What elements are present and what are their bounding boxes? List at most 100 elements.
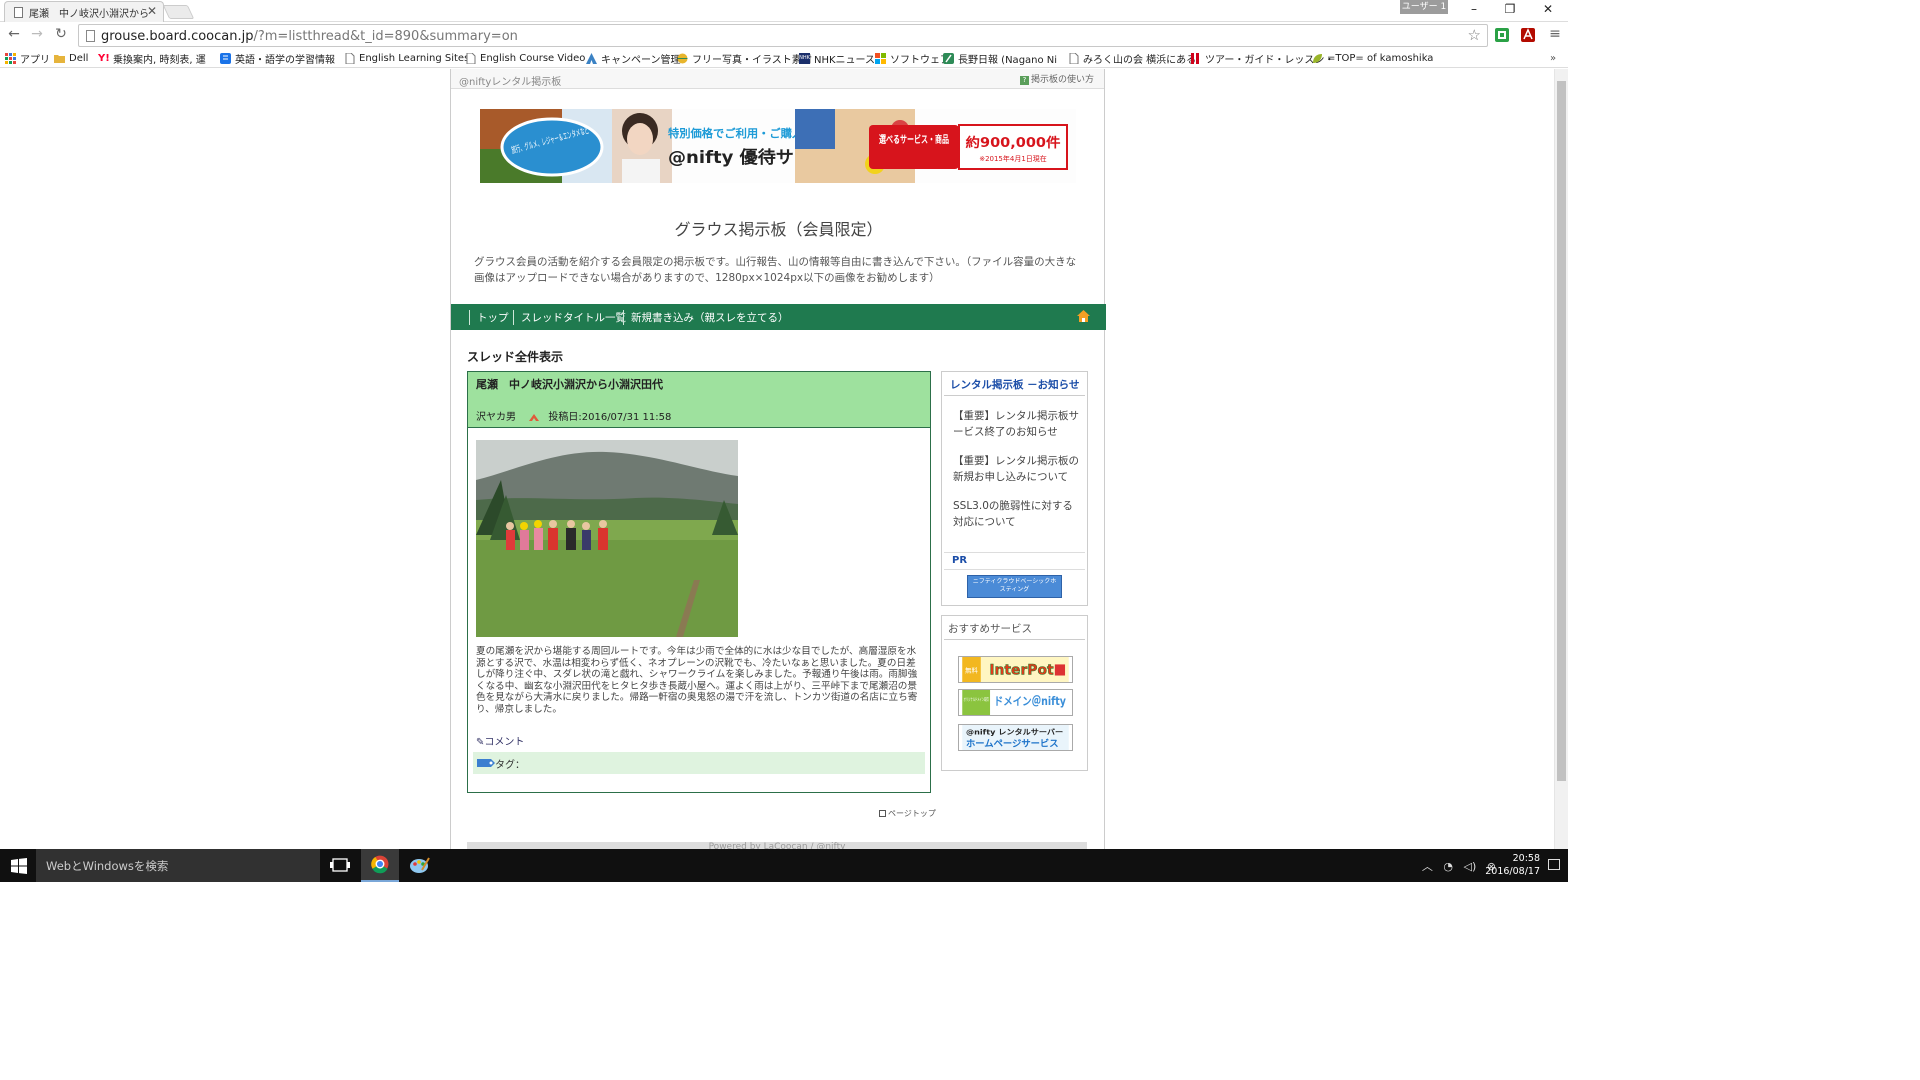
pr-banner[interactable]: ニフティクラウドベーシックホスティング: [967, 575, 1062, 598]
bookmarks-bar: アプリ Dell Y! 乗換案内, 時刻表, 運 英語・語学の学習情報 Engli…: [0, 48, 1568, 68]
bookmark-language[interactable]: 英語・語学の学習情報: [220, 51, 335, 66]
nav-top[interactable]: トップ: [469, 310, 509, 325]
browser-toolbar: ← → ↻ grouse.board.coocan.jp/?m=listthre…: [0, 23, 1568, 48]
notice-item[interactable]: 【重要】レンタル掲示板サービス終了のお知らせ: [953, 408, 1079, 440]
post-header: 尾瀬 中ノ岐沢小淵沢から小淵沢田代 沢ヤカ男 投稿日:2016/07/31 11…: [468, 372, 930, 428]
domain-banner[interactable]: オリジナルドメイン取得 ドメイン＠nifty: [958, 689, 1073, 716]
banner-box-label: 選べるサービス・商品: [879, 133, 949, 146]
bookmark-miroku[interactable]: みろく山の会 横浜にある: [1068, 51, 1196, 66]
tag-icon: [477, 759, 495, 767]
page-viewport: @niftyレンタル掲示板 ?掲示板の使い方 旅行、グルメ、レジャー＆エンタメな…: [0, 69, 1568, 849]
page-top-link[interactable]: ページトップ: [879, 808, 936, 819]
menu-icon[interactable]: ≡: [1546, 26, 1564, 42]
page-icon: [345, 52, 355, 64]
windows-start-icon[interactable]: [11, 858, 27, 874]
notice-item[interactable]: 【重要】レンタル掲示板の新規お申し込みについて: [953, 453, 1079, 485]
restore-icon[interactable]: ❐: [1500, 2, 1520, 16]
bookmark-software[interactable]: ソフトウェア: [875, 51, 950, 66]
globe-icon: [677, 53, 688, 63]
new-tab-button[interactable]: [162, 5, 195, 19]
task-view-icon[interactable]: [321, 849, 359, 882]
svg-text:@nifty レンタルサーバー: @nifty レンタルサーバー: [966, 727, 1063, 736]
nav-thread-list[interactable]: スレッドタイトル一覧: [513, 310, 626, 325]
leaf-icon: [1313, 53, 1322, 63]
bookmark-star-icon[interactable]: ☆: [1468, 26, 1481, 44]
service-label: @niftyレンタル掲示板: [459, 77, 562, 88]
board-footer: Powered by LaCoocan / @nifty: [467, 842, 1087, 849]
tab-title: 尾瀬 中ノ岐沢小淵沢から: [29, 9, 149, 20]
notice-panel: レンタル掲示板 －お知らせ 【重要】レンタル掲示板サービス終了のお知らせ 【重要…: [941, 371, 1088, 606]
bookmark-dell[interactable]: Dell: [54, 51, 88, 65]
post-photo[interactable]: [476, 440, 738, 637]
reload-icon[interactable]: ↻: [52, 26, 70, 42]
notice-item[interactable]: SSL3.0の脆弱性に対する対応について: [953, 498, 1079, 530]
page-icon: [466, 52, 476, 64]
evernote-extension-icon[interactable]: [1494, 27, 1510, 43]
folder-icon: [54, 54, 65, 63]
post-author[interactable]: 沢ヤカ男: [476, 412, 516, 423]
board-title: グラウス掲示板（会員限定）: [674, 220, 883, 239]
address-bar[interactable]: grouse.board.coocan.jp/?m=listthread&t_i…: [78, 24, 1488, 47]
url-host: grouse.board.coocan.jp: [101, 29, 254, 44]
nav-new-post[interactable]: 新規書き込み（親スレを立てる）: [623, 310, 789, 325]
nifty-promo-banner[interactable]: 旅行、グルメ、レジャー＆エンタメなど 特別価格でご利用・ご購入できる！ @nif…: [480, 109, 1076, 183]
page-info-icon[interactable]: [86, 30, 95, 42]
svg-text:ドメイン＠nifty: ドメイン＠nifty: [994, 694, 1067, 708]
vertical-scrollbar[interactable]: [1554, 69, 1568, 849]
board-container: @niftyレンタル掲示板 ?掲示板の使い方 旅行、グルメ、レジャー＆エンタメな…: [450, 69, 1106, 849]
homepage-service-banner[interactable]: @nifty レンタルサーバー ホームページサービス: [958, 724, 1073, 751]
profile-button[interactable]: ユーザー 1: [1400, 0, 1448, 14]
network-icon[interactable]: ◔: [1443, 860, 1453, 873]
chrome-taskbar-icon[interactable]: [361, 849, 399, 882]
interpot-banner[interactable]: 無料 InterPot: [958, 656, 1073, 683]
windows-icon: [875, 52, 886, 64]
page-icon: [1069, 52, 1079, 64]
back-arrow-icon[interactable]: ←: [5, 26, 23, 42]
home-icon[interactable]: [1077, 310, 1090, 322]
bookmark-kamoshika[interactable]: =TOP= of kamoshika: [1312, 51, 1433, 65]
bookmark-apps[interactable]: アプリ: [5, 51, 50, 66]
taskbar-search[interactable]: WebとWindowsを検索: [36, 849, 320, 882]
comment-link[interactable]: ✎コメント: [476, 733, 524, 748]
bookmark-english-video[interactable]: English Course Video: [465, 51, 585, 65]
nhk-icon: NHK: [799, 52, 810, 64]
banner-count: 約900,000件: [966, 135, 1061, 151]
section-title: スレッド全件表示: [467, 350, 564, 364]
bookmark-transit[interactable]: Y! 乗換案内, 時刻表, 運: [98, 51, 206, 66]
post-meta: 沢ヤカ男 投稿日:2016/07/31 11:58: [476, 408, 671, 423]
window-close-icon[interactable]: ✕: [1538, 2, 1558, 16]
tag-row: タグ：: [473, 752, 925, 774]
recommend-title: おすすめサービス: [944, 618, 1085, 640]
scrollbar-thumb[interactable]: [1557, 81, 1566, 781]
clock-date: 2016/08/17: [1485, 866, 1540, 877]
acrobat-extension-icon[interactable]: [1520, 27, 1536, 43]
taskbar-clock[interactable]: 20:58 2016/08/17: [1485, 852, 1540, 878]
apps-grid-icon: [5, 52, 16, 64]
recommend-panel: おすすめサービス 無料 InterPot オリジナルドメイン取得 ドメイン＠ni…: [941, 615, 1088, 771]
tray-chevron-icon[interactable]: ︿: [1422, 860, 1433, 873]
page-icon: [14, 7, 23, 18]
paint-app-icon[interactable]: [400, 849, 438, 882]
notice-title[interactable]: レンタル掲示板 －お知らせ: [944, 374, 1085, 396]
minimize-icon[interactable]: –: [1464, 2, 1484, 16]
close-icon[interactable]: ✕: [147, 4, 157, 18]
board-header-strip: @niftyレンタル掲示板 ? 掲示板の使い方: [451, 69, 1104, 89]
bookmark-nagano-nippo[interactable]: 長野日報 (Nagano Ni: [943, 51, 1057, 66]
arrow-up-icon: [879, 810, 886, 817]
thread-post: 尾瀬 中ノ岐沢小淵沢から小淵沢田代 沢ヤカ男 投稿日:2016/07/31 11…: [467, 371, 931, 793]
bars-icon: [1191, 52, 1199, 64]
bookmark-free-photos[interactable]: フリー写真・イラスト素材: [677, 51, 812, 66]
tab-strip: 尾瀬 中ノ岐沢小淵沢から ✕ ユーザー 1 – ❐ ✕: [0, 0, 1568, 22]
volume-icon[interactable]: ◁): [1464, 860, 1477, 873]
notification-icon[interactable]: [1548, 859, 1560, 870]
browser-tab-active[interactable]: 尾瀬 中ノ岐沢小淵沢から ✕: [4, 1, 164, 22]
howto-link[interactable]: ? 掲示板の使い方: [1019, 72, 1094, 85]
chevron-up-icon[interactable]: [529, 413, 540, 421]
forward-arrow-icon[interactable]: →: [28, 26, 46, 42]
bookmark-nhk[interactable]: NHK NHKニュース: [799, 51, 875, 66]
clock-time: 20:58: [1512, 853, 1540, 864]
bookmarks-overflow-icon[interactable]: »: [1550, 51, 1556, 65]
url-path: /?m=listthread&t_id=890&summary=on: [253, 29, 518, 44]
bookmark-english-sites[interactable]: English Learning Sites: [344, 51, 469, 65]
bookmark-campaign[interactable]: キャンペーン管理: [586, 51, 681, 66]
